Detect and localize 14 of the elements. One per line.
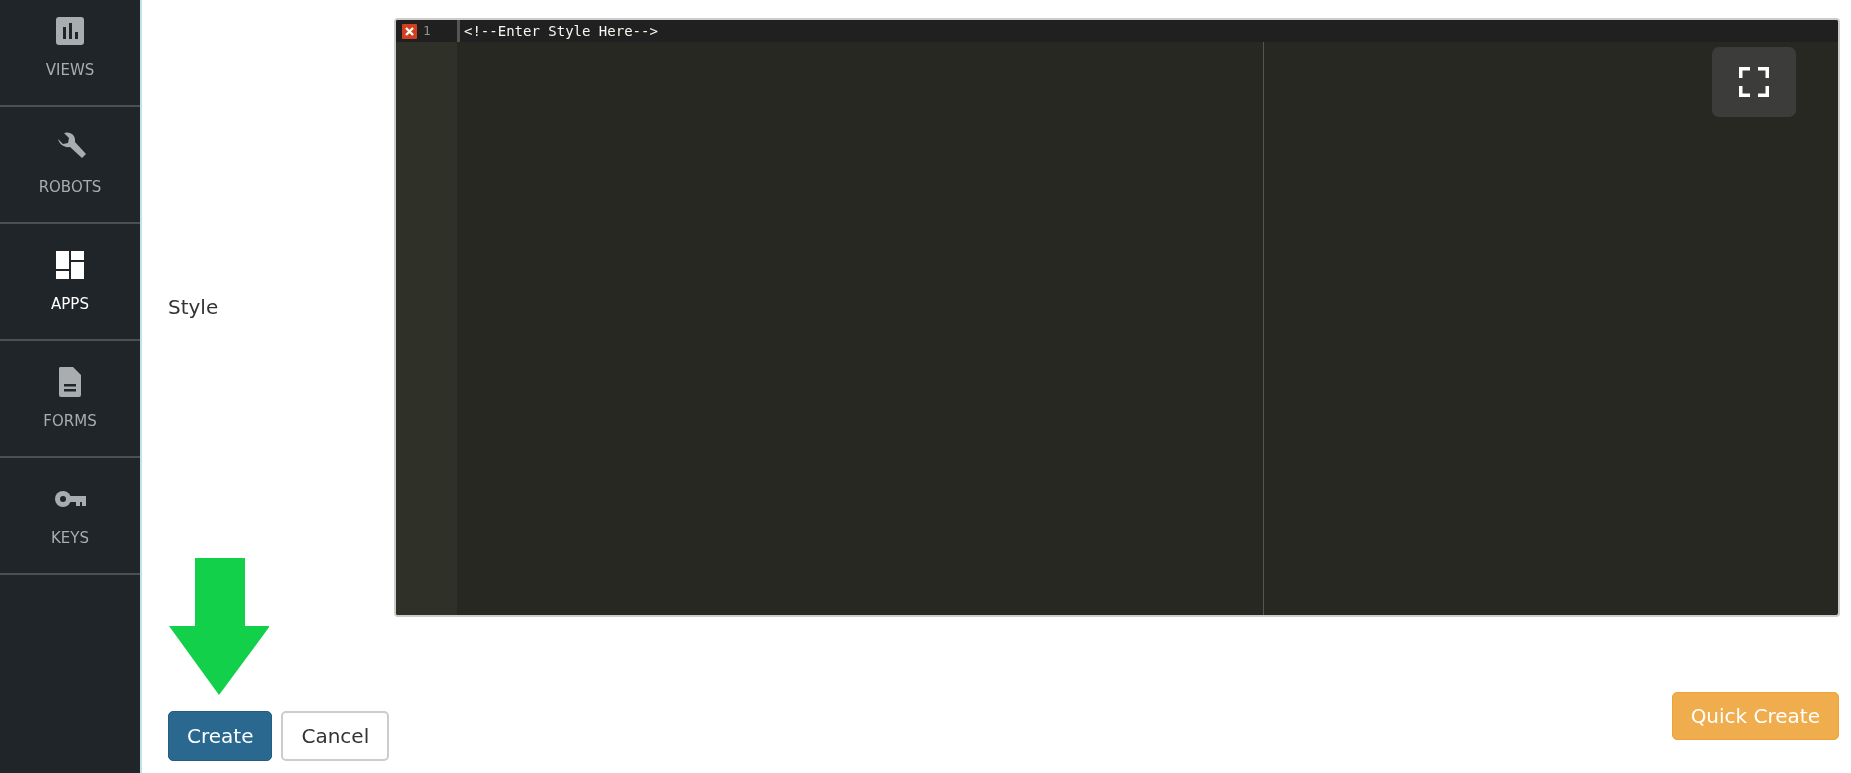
- create-button[interactable]: Create: [168, 711, 273, 761]
- down-arrow-icon: [169, 558, 269, 695]
- field-label: Style: [168, 294, 219, 321]
- sidebar-item[interactable]: APPS: [0, 224, 140, 341]
- sidebar-item[interactable]: VIEWS: [0, 0, 140, 107]
- line-number: 1: [423, 22, 431, 41]
- fullscreen-button[interactable]: [1712, 47, 1796, 117]
- code-line: <!--Enter Style Here-->: [464, 21, 658, 41]
- sidebar-item[interactable]: KEYS: [0, 458, 140, 575]
- cancel-button[interactable]: Cancel: [281, 711, 390, 761]
- fullscreen-icon: [1739, 67, 1769, 97]
- code-editor[interactable]: 1 <!--Enter Style Here-->: [394, 18, 1840, 617]
- sidebar-item[interactable]: FORMS: [0, 341, 140, 458]
- sidebar-item[interactable]: ROBOTS: [0, 107, 140, 224]
